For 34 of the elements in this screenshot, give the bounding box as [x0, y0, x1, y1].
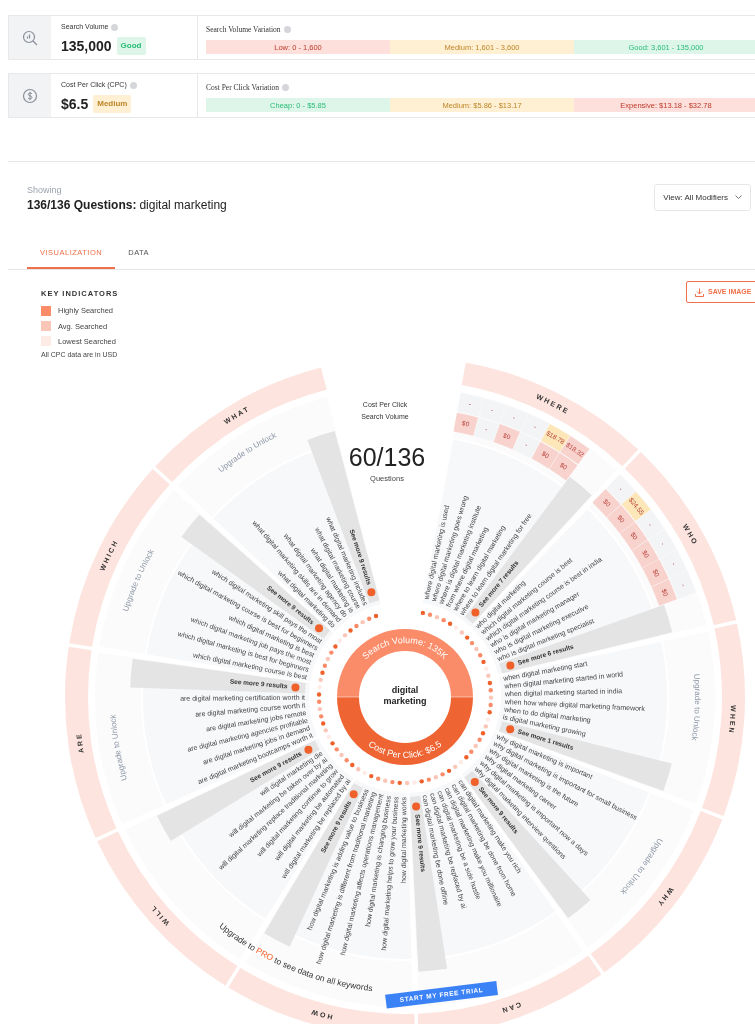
search-level-dot — [320, 721, 326, 726]
search-level-dot — [383, 778, 388, 783]
search-level-dot — [390, 779, 395, 785]
search-level-dot — [412, 780, 417, 785]
search-level-dot — [419, 779, 424, 784]
search-level-dot — [488, 702, 493, 708]
search-level-dot — [488, 688, 493, 693]
rating-badge: Medium — [93, 95, 132, 113]
search-level-dot — [486, 673, 491, 678]
center-keyword: digital marketing — [383, 685, 427, 706]
dollar-icon — [22, 87, 38, 104]
showing-caption: Showing — [27, 184, 63, 196]
search-level-dot — [487, 710, 492, 715]
search-level-dot — [320, 670, 325, 675]
view-dropdown[interactable]: View: All Modifiers — [654, 184, 751, 211]
search-level-dot — [404, 780, 410, 786]
search-level-dot — [316, 692, 322, 697]
search-level-dot — [319, 714, 324, 719]
keyword-title: digital marketing — [139, 197, 227, 214]
search-level-dot — [317, 706, 323, 712]
search-level-dot — [397, 780, 402, 786]
search-level-dot — [487, 680, 493, 686]
search-level-dot — [488, 695, 494, 700]
question-count: 136/136 Questions: — [27, 197, 137, 214]
cost-per-click-label: Cost Per Click: $6.5 — [366, 738, 444, 761]
search-level-dot — [485, 717, 491, 722]
search-level-dot — [483, 724, 488, 729]
download-icon — [695, 287, 704, 297]
rating-badge: Good — [116, 37, 146, 55]
search-level-dot — [316, 699, 322, 704]
search-chart-icon — [22, 29, 38, 46]
metric-value: 135,000 — [61, 36, 112, 56]
chevron-down-icon — [735, 195, 742, 200]
metric-value: $6.5 — [61, 94, 89, 114]
